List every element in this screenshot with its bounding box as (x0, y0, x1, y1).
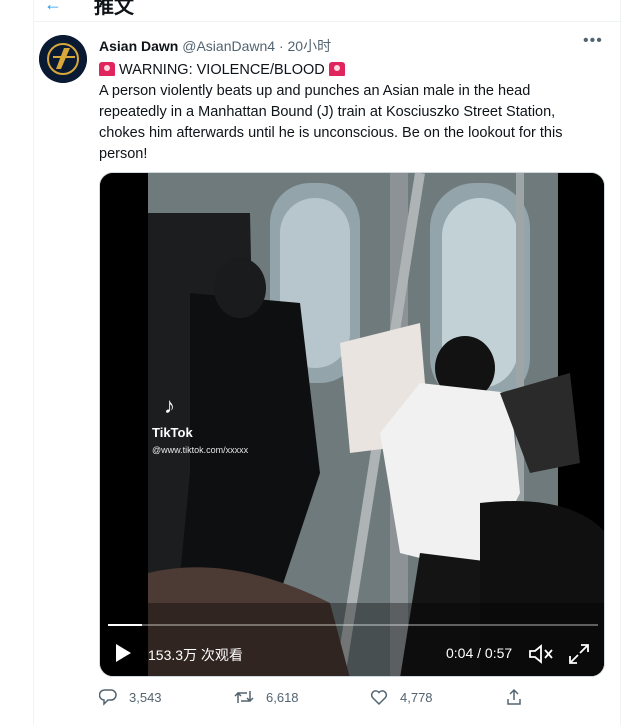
share-icon (507, 688, 521, 705)
reply-count: 3,543 (129, 689, 162, 705)
tweet[interactable]: Asian Dawn @AsianDawn4 · 20小时 ••• WARNIN… (34, 22, 620, 725)
video-progress-bar[interactable] (108, 624, 598, 626)
video-progress-fill (108, 624, 143, 626)
tweet-header: Asian Dawn @AsianDawn4 · 20小时 (99, 36, 331, 56)
retweet-icon (234, 691, 254, 703)
warning-text: WARNING: VIOLENCE/BLOOD (119, 62, 325, 78)
tiktok-watermark: TikTok (152, 425, 193, 440)
left-sidebar-edge (0, 0, 34, 725)
back-arrow-icon[interactable]: ← (44, 0, 62, 15)
tweet-actions: 3,543 6,618 4,778 (99, 688, 605, 712)
column-divider (620, 0, 621, 725)
tweet-body: A person violently beats up and punches … (99, 83, 563, 162)
mute-icon[interactable] (528, 643, 554, 665)
siren-emoji-icon (99, 62, 115, 76)
share-button[interactable] (505, 688, 535, 706)
avatar[interactable] (39, 35, 87, 83)
reply-button[interactable]: 3,543 (99, 688, 162, 706)
tiktok-watermark-url: @www.tiktok.com/xxxxx (152, 445, 249, 455)
view-count: 153.3万 次观看 (148, 647, 243, 663)
like-count: 4,778 (400, 689, 433, 705)
retweet-count: 6,618 (266, 689, 299, 705)
heart-icon (370, 690, 388, 706)
video-player[interactable]: ♪ TikTok @www.tiktok.com/xxxxx 153.3万 次观… (99, 172, 605, 677)
display-name[interactable]: Asian Dawn (99, 38, 178, 54)
more-options-icon[interactable]: ••• (583, 32, 603, 50)
siren-emoji-icon (328, 62, 345, 76)
reply-icon (99, 689, 117, 706)
timestamp[interactable]: 20小时 (288, 38, 332, 54)
video-timecode: 0:04 / 0:57 (446, 645, 513, 661)
handle[interactable]: @AsianDawn4 (182, 38, 275, 54)
separator: · (278, 38, 284, 54)
like-button[interactable]: 4,778 (370, 688, 433, 706)
fullscreen-icon[interactable] (568, 643, 590, 665)
tiktok-logo-icon: ♪ (164, 393, 175, 418)
retweet-button[interactable]: 6,618 (234, 688, 299, 706)
tweet-text: WARNING: VIOLENCE/BLOOD A person violent… (99, 60, 599, 165)
page-title: 推文 (94, 0, 134, 18)
play-icon[interactable] (116, 644, 131, 662)
top-bar: ← 推文 (34, 0, 620, 22)
warning-line: WARNING: VIOLENCE/BLOOD (99, 60, 599, 81)
